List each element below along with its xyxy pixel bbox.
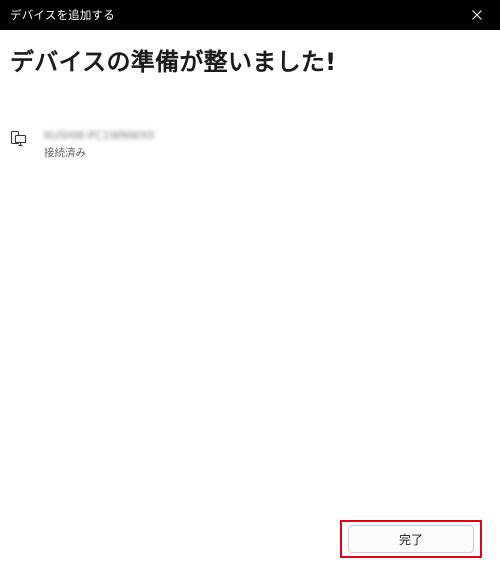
close-icon: [472, 10, 482, 20]
device-status: 接続済み: [44, 147, 86, 159]
close-button[interactable]: [454, 0, 500, 30]
device-list-item: KUSHI6-PC1WNWX0 接続済み: [10, 126, 310, 166]
title-bar: デバイスを追加する: [0, 0, 500, 30]
device-name: KUSHI6-PC1WNWX0: [44, 129, 155, 142]
window-title: デバイスを追加する: [10, 8, 115, 22]
page-title: デバイスの準備が整いました!: [10, 48, 337, 76]
computer-device-icon: [10, 130, 27, 147]
add-device-dialog: デバイスを追加する デバイスの準備が整いました! KUSHI6-PC1WNWX0…: [0, 0, 500, 576]
done-button[interactable]: 完了: [348, 525, 474, 553]
